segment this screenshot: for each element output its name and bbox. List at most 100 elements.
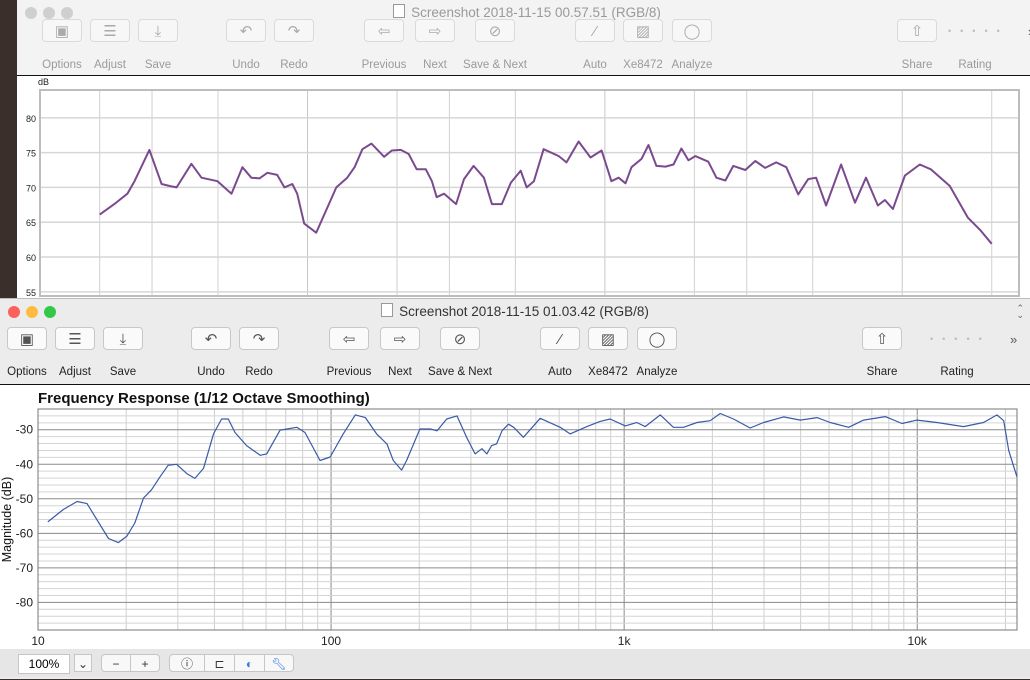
save-and-next-label: Save & Next (463, 59, 527, 71)
y-tick-label: 80 (26, 114, 36, 124)
zoom-level-field[interactable]: 100% (18, 654, 70, 674)
analyze-button[interactable]: ◯ (672, 19, 712, 42)
save-icon: ⤓ (119, 331, 127, 348)
zoom-dropdown-chevron-icon[interactable]: ⌄ (74, 654, 92, 672)
undo-icon: ↶ (239, 23, 253, 40)
xe8472-button[interactable]: ▨ (623, 19, 663, 42)
x-tick-label: 10k (908, 634, 928, 648)
undo-button[interactable]: ↶ (226, 19, 266, 42)
title-chevron-updown-icon[interactable]: ⌃ ⌄ (1016, 304, 1024, 320)
title-bar[interactable]: Screenshot 2018-11-15 01.03.42 (RGB/8) ⌃… (0, 299, 1030, 323)
y-axis-label: dB (38, 77, 49, 87)
save-button[interactable]: ⤓ (138, 19, 178, 42)
next-button[interactable]: ⇨ (415, 19, 455, 42)
y-tick-label: -60 (16, 526, 34, 540)
previous-button[interactable]: ⇦ (329, 327, 369, 350)
zoom-out-button[interactable]: − (101, 654, 131, 672)
window-title: Screenshot 2018-11-15 00.57.51 (RGB/8) (411, 5, 661, 20)
analyze-button[interactable]: ◯ (637, 327, 677, 350)
xe8472-button[interactable]: ▨ (588, 327, 628, 350)
save-label: Save (109, 366, 137, 378)
document-icon (393, 4, 406, 18)
y-axis-label: Magnitude (dB) (0, 477, 14, 562)
xe8472-icon: ▨ (635, 23, 651, 40)
foreground-preview-window[interactable]: Screenshot 2018-11-15 01.03.42 (RGB/8) ⌃… (0, 298, 1030, 679)
adjust-button[interactable]: ☰ (55, 327, 95, 350)
rew-chart-area: 55 60 65 70 75 80 dB (17, 75, 1030, 299)
rating-stars[interactable]: ••••• (930, 334, 991, 344)
y-tick-label: 75 (26, 149, 36, 159)
y-tick-label: 70 (26, 183, 36, 193)
x-tick-label: 100 (321, 634, 341, 648)
previous-button[interactable]: ⇦ (364, 19, 404, 42)
options-button[interactable]: ▣ (42, 19, 82, 42)
auto-icon: ⁄ (558, 331, 562, 348)
auto-button[interactable]: ⁄ (575, 19, 615, 42)
frequency-response-chart-back: 55 60 65 70 75 80 dB (26, 77, 1020, 298)
redo-button[interactable]: ↷ (274, 19, 314, 42)
save-icon: ⤓ (154, 23, 162, 40)
toolbar-overflow-chevron-icon[interactable]: » (1010, 332, 1017, 347)
share-icon: ⇧ (875, 331, 889, 348)
analyze-icon: ◯ (683, 23, 701, 40)
share-button[interactable]: ⇧ (862, 327, 902, 350)
y-tick-label: -80 (16, 595, 34, 609)
share-label: Share (866, 366, 898, 378)
adjust-button[interactable]: ☰ (90, 19, 130, 42)
rating-label: Rating (958, 59, 992, 71)
options-icon: ▣ (19, 331, 35, 348)
zoom-in-button[interactable]: + (130, 654, 160, 672)
save-and-next-button[interactable]: ⊘ (475, 19, 515, 42)
next-icon: ⇨ (393, 331, 407, 348)
x-tick-label: 1k (618, 634, 632, 648)
previous-icon: ⇦ (342, 331, 356, 348)
analyze-label: Analyze (671, 59, 713, 71)
next-button[interactable]: ⇨ (380, 327, 420, 350)
y-tick-label: -30 (16, 423, 34, 437)
status-bar: 100% ⌄ − + ⓘ ⊏ ◐ 🔧︎ (0, 649, 1030, 677)
save-and-next-button[interactable]: ⊘ (440, 327, 480, 350)
y-tick-label: -50 (16, 492, 34, 506)
document-icon (381, 303, 394, 317)
frequency-response-chart: -30 -40 -50 -60 -70 -80 10 100 1k 10k Frequency Re… (0, 390, 1018, 648)
rating-stars[interactable]: ••••• (948, 26, 1009, 36)
analyze-label: Analyze (636, 366, 678, 378)
redo-icon: ↷ (252, 331, 266, 348)
options-icon: ▣ (54, 23, 70, 40)
undo-button[interactable]: ↶ (191, 327, 231, 350)
save-and-next-label: Save & Next (428, 366, 492, 378)
frequency-response-trace (99, 140, 993, 245)
adjust-icon: ☰ (68, 331, 82, 348)
y-tick-label: -40 (16, 457, 34, 471)
next-icon: ⇨ (428, 23, 442, 40)
save-and-next-icon: ⊘ (453, 331, 467, 348)
redo-label: Redo (245, 366, 273, 378)
redo-icon: ↷ (287, 23, 301, 40)
ruler-icon[interactable]: ⊏ (204, 654, 235, 672)
save-label: Save (144, 59, 172, 71)
share-icon: ⇧ (910, 23, 924, 40)
auto-icon: ⁄ (593, 23, 597, 40)
y-tick-label: 65 (26, 218, 36, 228)
auto-button[interactable]: ⁄ (540, 327, 580, 350)
color-picker-icon[interactable]: ◐ (234, 654, 265, 672)
options-button[interactable]: ▣ (7, 327, 47, 350)
wrench-icon[interactable]: 🔧︎ (264, 654, 294, 672)
adjust-icon: ☰ (103, 23, 117, 40)
share-button[interactable]: ⇧ (897, 19, 937, 42)
chart-title: Frequency Response (1/12 Octave Smoothin… (38, 390, 370, 407)
chart-image-area: -30 -40 -50 -60 -70 -80 10 100 1k 10k Frequency Re… (0, 384, 1030, 650)
y-tick-label: 60 (26, 253, 36, 263)
save-and-next-icon: ⊘ (488, 23, 502, 40)
redo-label: Redo (280, 59, 308, 71)
y-tick-label: -70 (16, 561, 34, 575)
save-button[interactable]: ⤓ (103, 327, 143, 350)
analyze-icon: ◯ (648, 331, 666, 348)
redo-button[interactable]: ↷ (239, 327, 279, 350)
background-preview-window[interactable]: Screenshot 2018-11-15 00.57.51 (RGB/8) 5… (17, 0, 1030, 300)
x-tick-label: 10 (31, 634, 45, 648)
info-icon[interactable]: ⓘ (169, 654, 205, 672)
window-title: Screenshot 2018-11-15 01.03.42 (RGB/8) (399, 304, 649, 319)
undo-icon: ↶ (204, 331, 218, 348)
rating-label: Rating (940, 366, 974, 378)
